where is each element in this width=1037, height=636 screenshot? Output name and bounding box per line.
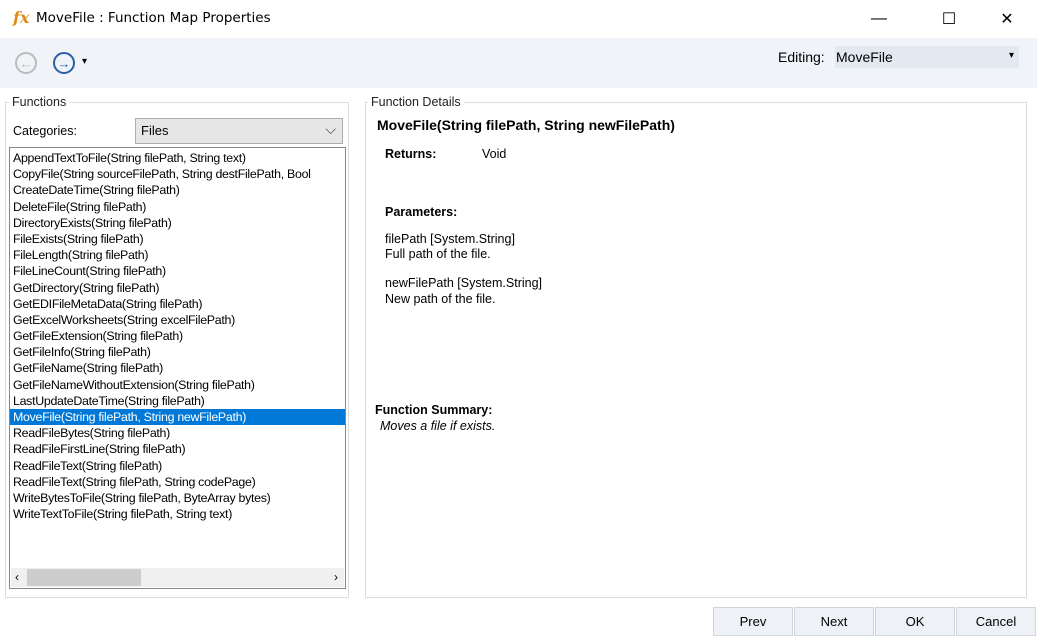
functions-list[interactable]: AppendTextToFile(String filePath, String… — [9, 147, 346, 589]
functions-group-label: Functions — [9, 95, 70, 109]
function-list-item[interactable]: LastUpdateDateTime(String filePath) — [10, 393, 345, 409]
window-title: MoveFile : Function Map Properties — [36, 10, 271, 26]
function-list-item[interactable]: MoveFile(String filePath, String newFile… — [10, 409, 345, 426]
next-button[interactable]: Next — [794, 607, 874, 636]
scroll-right-icon[interactable]: › — [334, 570, 338, 584]
function-list-item[interactable]: ReadFileText(String filePath, String cod… — [10, 474, 345, 490]
function-list-item[interactable]: FileExists(String filePath) — [10, 231, 345, 247]
scrollbar-thumb[interactable] — [27, 569, 141, 586]
toolbar: ← → ▾ Editing: MoveFile ▾ — [0, 38, 1037, 88]
editing-label: Editing: — [778, 49, 825, 65]
function-list-item[interactable]: DirectoryExists(String filePath) — [10, 215, 345, 231]
editing-select[interactable]: MoveFile ▾ — [835, 46, 1019, 68]
chevron-down-icon: ⌵ — [325, 121, 336, 137]
ok-button[interactable]: OK — [875, 607, 955, 636]
function-list-item[interactable]: WriteBytesToFile(String filePath, ByteAr… — [10, 490, 345, 506]
function-list-item[interactable]: ReadFileFirstLine(String filePath) — [10, 441, 345, 457]
function-list-item[interactable]: GetExcelWorksheets(String excelFilePath) — [10, 312, 345, 328]
cancel-button[interactable]: Cancel — [956, 607, 1036, 636]
forward-icon[interactable]: → — [53, 52, 75, 74]
fx-icon: fx — [13, 8, 30, 27]
function-list-item[interactable]: GetEDIFileMetaData(String filePath) — [10, 296, 345, 312]
function-list-item[interactable]: AppendTextToFile(String filePath, String… — [10, 150, 345, 166]
function-list-item[interactable]: GetFileNameWithoutExtension(String fileP… — [10, 377, 345, 393]
scroll-left-icon[interactable]: ‹ — [15, 570, 19, 584]
param-name: newFilePath [System.String] — [385, 276, 543, 290]
function-signature: MoveFile(String filePath, String newFile… — [377, 117, 675, 133]
function-list-item[interactable]: GetFileExtension(String filePath) — [10, 328, 345, 344]
param-desc: Full path of the file. — [385, 247, 491, 261]
horizontal-scrollbar[interactable]: ‹ › — [11, 568, 344, 587]
function-list-item[interactable]: ReadFileBytes(String filePath) — [10, 425, 345, 441]
function-list-item[interactable]: GetDirectory(String filePath) — [10, 280, 345, 296]
function-list-item[interactable]: GetFileInfo(String filePath) — [10, 344, 345, 360]
function-list-item[interactable]: FileLineCount(String filePath) — [10, 263, 345, 279]
function-list-item[interactable]: CreateDateTime(String filePath) — [10, 182, 345, 198]
function-list-item[interactable]: FileLength(String filePath) — [10, 247, 345, 263]
function-list-item[interactable]: WriteTextToFile(String filePath, String … — [10, 506, 345, 522]
param-name: filePath [System.String] — [385, 232, 515, 246]
returns-label: Returns: — [385, 147, 437, 161]
function-list-item[interactable]: DeleteFile(String filePath) — [10, 199, 345, 215]
categories-value: Files — [141, 123, 169, 138]
minimize-button[interactable]: — — [856, 0, 902, 38]
title-bar: fx MoveFile : Function Map Properties — … — [0, 0, 1037, 38]
function-list-item[interactable]: GetFileName(String filePath) — [10, 360, 345, 376]
parameters-label: Parameters: — [385, 205, 458, 219]
function-list-item[interactable]: CopyFile(String sourceFilePath, String d… — [10, 166, 345, 182]
function-list-item[interactable]: ReadFileText(String filePath) — [10, 458, 345, 474]
editing-value: MoveFile — [836, 49, 893, 65]
function-details-group — [365, 102, 1027, 598]
summary-label: Function Summary: — [375, 403, 493, 417]
back-icon[interactable]: ← — [15, 52, 37, 74]
returns-value: Void — [482, 147, 507, 161]
chevron-down-icon: ▾ — [1008, 50, 1014, 61]
history-dropdown-icon[interactable]: ▾ — [82, 56, 87, 67]
close-button[interactable]: ✕ — [984, 0, 1030, 38]
prev-button[interactable]: Prev — [713, 607, 793, 636]
categories-select[interactable]: Files ⌵ — [135, 118, 343, 144]
maximize-button[interactable]: ☐ — [926, 0, 972, 38]
function-details-label: Function Details — [368, 95, 464, 109]
param-desc: New path of the file. — [385, 292, 496, 306]
summary-text: Moves a file if exists. — [380, 419, 496, 433]
categories-label: Categories: — [13, 124, 77, 138]
